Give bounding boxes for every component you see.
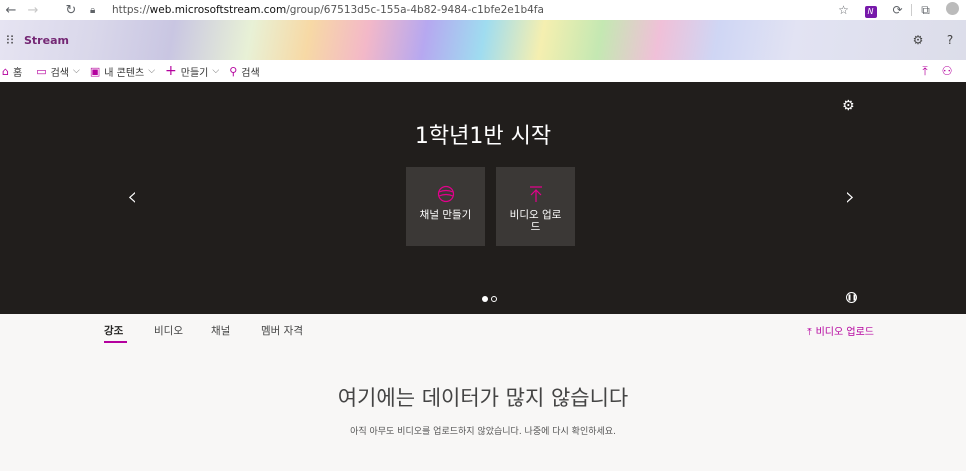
- create-menu[interactable]: + 만들기 ⌵: [165, 63, 219, 79]
- create-label: 만들기: [180, 67, 209, 79]
- active-tab-indicator: [104, 341, 127, 343]
- browser-toolbar: ← → ↻ 🔒︎ https://web.microsoftstream.com…: [0, 0, 966, 20]
- collections-icon[interactable]: ⟳: [884, 3, 911, 17]
- profile-icon[interactable]: [939, 2, 966, 18]
- tab-membership[interactable]: 멤버 자격: [261, 323, 303, 338]
- search-icon: ⚲: [229, 64, 238, 78]
- carousel-dots: [482, 296, 500, 302]
- card-label: 채널 만들기: [419, 209, 472, 221]
- plus-icon: +: [165, 63, 177, 79]
- lock-icon: 🔒︎: [90, 4, 96, 16]
- forward-icon[interactable]: →: [22, 0, 44, 20]
- empty-state-subtitle: 아직 아무도 비디오를 업로드하지 않았습니다. 나중에 다시 확인하세요.: [350, 427, 616, 437]
- upload-video-link[interactable]: ⤒ 비디오 업로드: [807, 323, 874, 338]
- chevron-down-icon: ⌵: [148, 66, 156, 76]
- create-channel-card[interactable]: 채널 만들기: [406, 167, 485, 246]
- back-icon[interactable]: ←: [0, 0, 22, 20]
- mycontent-menu[interactable]: ▣ 내 콘텐츠 ⌵: [90, 64, 155, 79]
- browser-actions: ☆ N ⟳ ⧉: [830, 0, 966, 20]
- search-label: 검색: [241, 67, 260, 79]
- settings-icon[interactable]: ⚙: [902, 33, 934, 47]
- chevron-left-icon[interactable]: ‹: [127, 182, 137, 212]
- tabs-icon[interactable]: ⧉: [912, 3, 939, 18]
- chevron-down-icon: ⌵: [73, 66, 80, 76]
- video-icon: ▣: [89, 64, 101, 78]
- header-actions: ⚙ ?: [902, 20, 966, 60]
- empty-state-title: 여기에는 데이터가 많지 않습니다: [337, 386, 629, 410]
- tab-videos[interactable]: 비디오: [154, 323, 183, 338]
- upload-video-card[interactable]: 비디오 업로드: [496, 167, 575, 246]
- command-bar: ⌂ 홈 ▭ 검색 ⌵ ▣ 내 콘텐츠 ⌵ + 만들기 ⌵ ⚲ 검색 ⤒ ⚇: [0, 60, 966, 82]
- address-bar[interactable]: 🔒︎ https://web.microsoftstream.com/group…: [84, 1, 846, 19]
- hero-banner: 1학년1반 시작 ⚙ ‹ › 채널 만들기 비디오 업로드 ❚❚: [0, 82, 966, 314]
- stream-header: ⁝⁝ Stream ⚙ ?: [0, 20, 966, 60]
- search-box[interactable]: ⚲ 검색: [229, 64, 259, 79]
- group-tabs: 강조 비디오 채널 멤버 자격 ⤒ 비디오 업로드: [0, 314, 966, 344]
- upload-icon[interactable]: ⤒: [914, 64, 936, 79]
- upload-icon: ⤒: [807, 327, 812, 338]
- app-launcher-icon[interactable]: ⁝⁝: [0, 20, 20, 60]
- url-host: web.microsoftstream.com: [149, 4, 287, 16]
- url-path: /group/67513d5c-155a-4b82-9484-c1bfe2e1b…: [286, 4, 544, 16]
- refresh-icon[interactable]: ↻: [60, 0, 82, 20]
- chevron-down-icon: ⌵: [212, 66, 220, 76]
- home-link[interactable]: ⌂ 홈: [2, 64, 22, 79]
- extension-icon[interactable]: N: [857, 3, 884, 18]
- favorite-icon[interactable]: ☆: [830, 3, 857, 17]
- url-prefix: https://: [112, 4, 150, 16]
- cmdbar-actions: ⤒ ⚇: [914, 60, 958, 82]
- carousel-dot-1[interactable]: [482, 296, 488, 302]
- app-title[interactable]: Stream: [24, 34, 69, 47]
- browse-menu[interactable]: ▭ 검색 ⌵: [36, 64, 80, 79]
- chevron-right-icon[interactable]: ›: [845, 182, 855, 212]
- browse-icon: ▭: [36, 64, 47, 78]
- card-label: 비디오 업로드: [509, 209, 562, 233]
- home-icon: ⌂: [2, 64, 9, 78]
- user-icon[interactable]: ⚇: [936, 64, 958, 78]
- home-label: 홈: [12, 67, 23, 79]
- carousel-dot-2[interactable]: [491, 296, 497, 302]
- browse-label: 검색: [50, 67, 69, 79]
- tab-highlights[interactable]: 강조: [104, 323, 123, 338]
- channel-icon: [437, 185, 455, 203]
- gear-icon[interactable]: ⚙: [842, 98, 855, 114]
- upload-link-label: 비디오 업로드: [815, 327, 874, 338]
- tab-channels[interactable]: 채널: [211, 323, 230, 338]
- help-icon[interactable]: ?: [934, 33, 966, 47]
- upload-icon: [527, 185, 545, 203]
- mycontent-label: 내 콘텐츠: [104, 67, 145, 79]
- pause-icon[interactable]: ❚❚: [846, 292, 857, 303]
- hero-title: 1학년1반 시작: [414, 124, 552, 149]
